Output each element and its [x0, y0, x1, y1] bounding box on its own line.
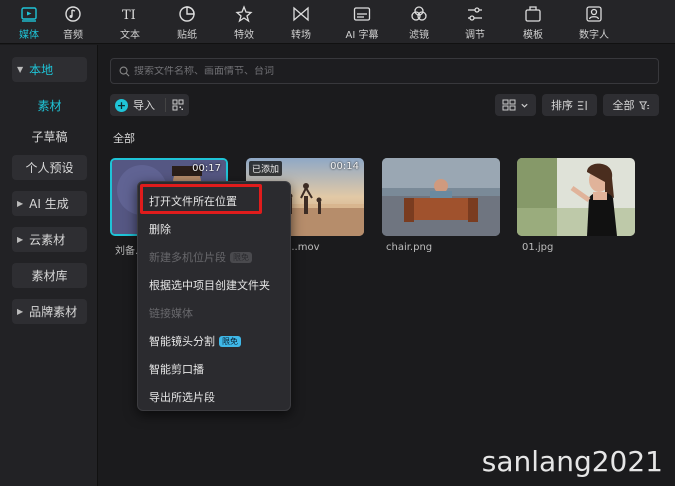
menu-item-label: 智能镜头分割	[149, 335, 215, 348]
context-menu: 打开文件所在位置 删除 新建多机位片段 限免 根据选中项目创建文件夹 链接媒体 …	[137, 181, 291, 411]
import-label: 导入	[133, 99, 155, 112]
menu-item-smart-scene-split[interactable]: 智能镜头分割 限免	[149, 333, 241, 349]
digital-human-icon	[584, 5, 604, 23]
tab-sticker[interactable]: 贴纸	[166, 0, 208, 44]
sort-button[interactable]: 排序	[542, 94, 597, 116]
filter-icon	[409, 5, 429, 23]
tab-label: 模板	[523, 30, 543, 41]
tab-ai-caption[interactable]: AI 字幕	[339, 0, 385, 44]
menu-item-create-folder[interactable]: 根据选中项目创建文件夹	[149, 277, 270, 293]
divider	[165, 98, 166, 112]
chevron-down-icon	[521, 103, 528, 108]
tab-label: 调节	[465, 30, 485, 41]
tab-audio[interactable]: 音频	[52, 0, 94, 44]
free-badge: 限免	[219, 335, 241, 347]
plus-icon: +	[115, 98, 128, 112]
left-sidebar: ▼ 本地 素材 子草稿 个人预设 ▶ AI 生成 ▶ 云素材 素材库 ▶ 品牌素…	[0, 45, 98, 486]
view-mode-button[interactable]	[495, 94, 536, 116]
tab-label: 转场	[291, 30, 311, 41]
template-icon	[523, 5, 543, 23]
sidebar-item-ai-generate[interactable]: ▶ AI 生成	[12, 191, 87, 216]
search-box[interactable]	[110, 58, 659, 84]
sidebar-item-library[interactable]: 素材库	[12, 263, 87, 288]
search-icon	[119, 66, 130, 76]
tab-effects[interactable]: 特效	[223, 0, 265, 44]
menu-item-new-multicam: 新建多机位片段 限免	[149, 249, 252, 265]
caret-right-icon: ▶	[17, 235, 24, 244]
tab-transition[interactable]: 转场	[280, 0, 322, 44]
transition-icon	[291, 5, 311, 23]
effects-icon	[234, 5, 254, 23]
menu-item-delete[interactable]: 删除	[149, 221, 171, 237]
text-icon: TI	[120, 5, 140, 23]
tab-label: AI 字幕	[345, 30, 379, 41]
image-thumbnail	[517, 158, 635, 236]
tab-template[interactable]: 模板	[512, 0, 554, 44]
import-button[interactable]: + 导入	[110, 94, 189, 116]
menu-item-smart-talk-cut[interactable]: 智能剪口播	[149, 361, 204, 377]
menu-item-label: 删除	[149, 223, 171, 236]
media-item[interactable]	[382, 158, 500, 236]
tab-label: 滤镜	[409, 30, 429, 41]
sidebar-item-label: AI 生成	[29, 197, 69, 211]
highlight-box	[140, 184, 262, 214]
tab-label: 特效	[234, 30, 254, 41]
search-input[interactable]	[134, 65, 634, 77]
sticker-icon	[177, 5, 197, 23]
sidebar-item-subdraft[interactable]: 子草稿	[12, 124, 87, 149]
filter-icon	[638, 100, 649, 110]
audio-icon	[63, 5, 83, 23]
section-title: 全部	[113, 132, 135, 145]
qr-scan-icon[interactable]	[172, 99, 184, 111]
media-file-name: 01.jpg	[522, 242, 554, 253]
grid-view-icon	[502, 99, 516, 111]
top-toolbar: 媒体 音频 TI 文本 贴纸 特效 转场 AI 字幕 滤镜 调节 模板 数字人	[0, 0, 675, 44]
menu-item-export-selected[interactable]: 导出所选片段	[149, 389, 215, 405]
ai-caption-icon	[352, 5, 372, 23]
caret-right-icon: ▶	[17, 307, 24, 316]
filter-all-button[interactable]: 全部	[603, 94, 659, 116]
tab-text[interactable]: TI 文本	[109, 0, 151, 44]
media-item[interactable]	[517, 158, 635, 236]
sidebar-item-local[interactable]: ▼ 本地	[12, 57, 87, 82]
adjust-icon	[465, 5, 485, 23]
tab-media[interactable]: 媒体	[8, 0, 50, 44]
sidebar-item-personal-preset[interactable]: 个人预设	[12, 155, 87, 180]
sidebar-item-brand-material[interactable]: ▶ 品牌素材	[12, 299, 87, 324]
menu-item-label: 根据选中项目创建文件夹	[149, 279, 270, 292]
menu-item-label: 链接媒体	[149, 307, 193, 320]
svg-text:TI: TI	[122, 8, 136, 23]
caret-right-icon: ▶	[17, 199, 24, 208]
menu-item-label: 导出所选片段	[149, 391, 215, 404]
menu-item-label: 新建多机位片段	[149, 251, 226, 264]
tab-label: 媒体	[19, 30, 39, 41]
sidebar-item-label: 品牌素材	[29, 305, 78, 319]
watermark: sanlang2021	[481, 445, 663, 478]
filter-label: 全部	[612, 99, 635, 112]
added-badge: 已添加	[249, 161, 283, 176]
tab-label: 贴纸	[177, 30, 197, 41]
tab-filter[interactable]: 滤镜	[398, 0, 440, 44]
sidebar-item-label: 云素材	[29, 233, 66, 247]
sort-label: 排序	[551, 99, 573, 112]
tab-digital-human[interactable]: 数字人	[570, 0, 618, 44]
menu-item-link-media: 链接媒体	[149, 305, 193, 321]
menu-item-label: 智能剪口播	[149, 363, 204, 376]
sidebar-item-material[interactable]: 素材	[12, 93, 87, 118]
sort-icon	[577, 100, 587, 110]
duration-label: 00:17	[192, 163, 221, 174]
media-icon	[19, 5, 39, 23]
sidebar-item-label: 本地	[29, 63, 54, 77]
sidebar-item-cloud-material[interactable]: ▶ 云素材	[12, 227, 87, 252]
tab-label: 文本	[120, 30, 140, 41]
image-thumbnail	[382, 158, 500, 236]
caret-down-icon: ▼	[17, 65, 24, 74]
free-badge: 限免	[230, 251, 252, 263]
duration-label: 00:14	[330, 161, 359, 172]
tab-label: 音频	[63, 30, 83, 41]
media-file-name: chair.png	[386, 242, 433, 253]
tab-adjust[interactable]: 调节	[454, 0, 496, 44]
tab-label: 数字人	[579, 30, 609, 41]
